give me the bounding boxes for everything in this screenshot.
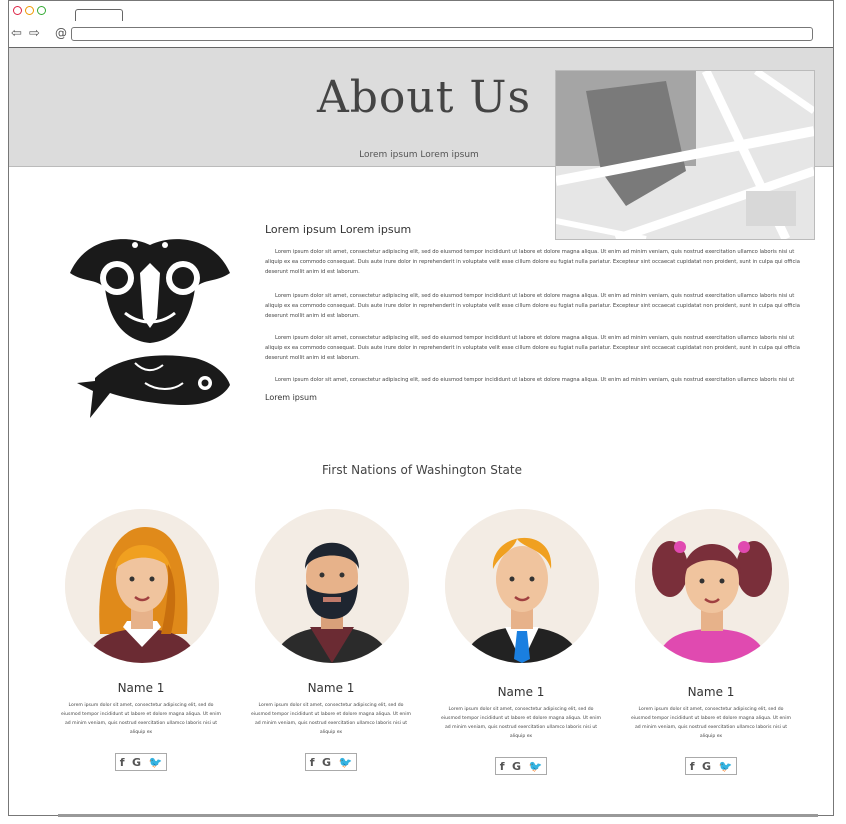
member-bio: Lorem ipsum dolor sit amet, consectetur … [251, 703, 411, 735]
about-paragraph: Lorem ipsum dolor sit amet, consectetur … [265, 293, 800, 319]
window-close-button[interactable] [13, 6, 22, 15]
facebook-icon[interactable]: f [500, 760, 505, 773]
google-icon[interactable]: G [702, 760, 711, 773]
tribal-art-image [65, 233, 235, 428]
facebook-icon[interactable]: f [690, 760, 695, 773]
member-name: Name 1 [687, 685, 735, 699]
window-minimize-button[interactable] [25, 6, 34, 15]
about-footer-text: Lorem ipsum [265, 393, 317, 402]
google-icon[interactable]: G [132, 756, 141, 769]
avatar [255, 509, 409, 663]
member-bio: Lorem ipsum dolor sit amet, consectetur … [631, 707, 791, 739]
url-input[interactable] [71, 27, 813, 41]
address-bar: ⇦ ⇨ @ [9, 21, 833, 48]
map-graphic [556, 71, 814, 239]
social-links: f G 🐦 [115, 753, 167, 771]
facebook-icon[interactable]: f [120, 756, 125, 769]
back-arrow-icon[interactable]: ⇦ [11, 26, 22, 41]
browser-window: ⇦ ⇨ @ About Us Lorem ipsum Lorem ipsum L… [8, 0, 834, 816]
address-icon: @ [55, 26, 67, 40]
hero-subtitle: Lorem ipsum Lorem ipsum [359, 150, 479, 160]
avatar-graphic [65, 509, 219, 663]
map-image[interactable] [555, 70, 815, 240]
tribal-art-graphic [70, 239, 230, 418]
member-bio: Lorem ipsum dolor sit amet, consectetur … [441, 707, 601, 739]
social-links: f G 🐦 [305, 753, 357, 771]
about-heading: Lorem ipsum Lorem ipsum [265, 223, 412, 236]
google-icon[interactable]: G [512, 760, 521, 773]
avatar [635, 509, 789, 663]
page-title: About Us [316, 72, 532, 123]
facebook-icon[interactable]: f [310, 756, 315, 769]
about-paragraph: Lorem ipsum dolor sit amet, consectetur … [265, 335, 800, 361]
window-maximize-button[interactable] [37, 6, 46, 15]
social-links: f G 🐦 [495, 757, 547, 775]
twitter-icon[interactable]: 🐦 [719, 760, 733, 773]
avatar [445, 509, 599, 663]
member-name: Name 1 [117, 681, 165, 695]
avatar [65, 509, 219, 663]
avatar-graphic [635, 509, 789, 663]
twitter-icon[interactable]: 🐦 [149, 756, 163, 769]
page-bottom-divider [58, 814, 818, 817]
social-links: f G 🐦 [685, 757, 737, 775]
forward-arrow-icon[interactable]: ⇨ [29, 26, 40, 41]
title-bar [9, 1, 833, 22]
twitter-icon[interactable]: 🐦 [339, 756, 353, 769]
twitter-icon[interactable]: 🐦 [529, 760, 543, 773]
member-bio: Lorem ipsum dolor sit amet, consectetur … [61, 703, 221, 735]
google-icon[interactable]: G [322, 756, 331, 769]
avatar-graphic [255, 509, 409, 663]
member-name: Name 1 [307, 681, 355, 695]
member-name: Name 1 [497, 685, 545, 699]
section-title: First Nations of Washington State [322, 463, 522, 477]
avatar-graphic [445, 509, 599, 663]
about-paragraph: Lorem ipsum dolor sit amet, consectetur … [265, 249, 800, 275]
about-paragraph: Lorem ipsum dolor sit amet, consectetur … [275, 377, 795, 383]
